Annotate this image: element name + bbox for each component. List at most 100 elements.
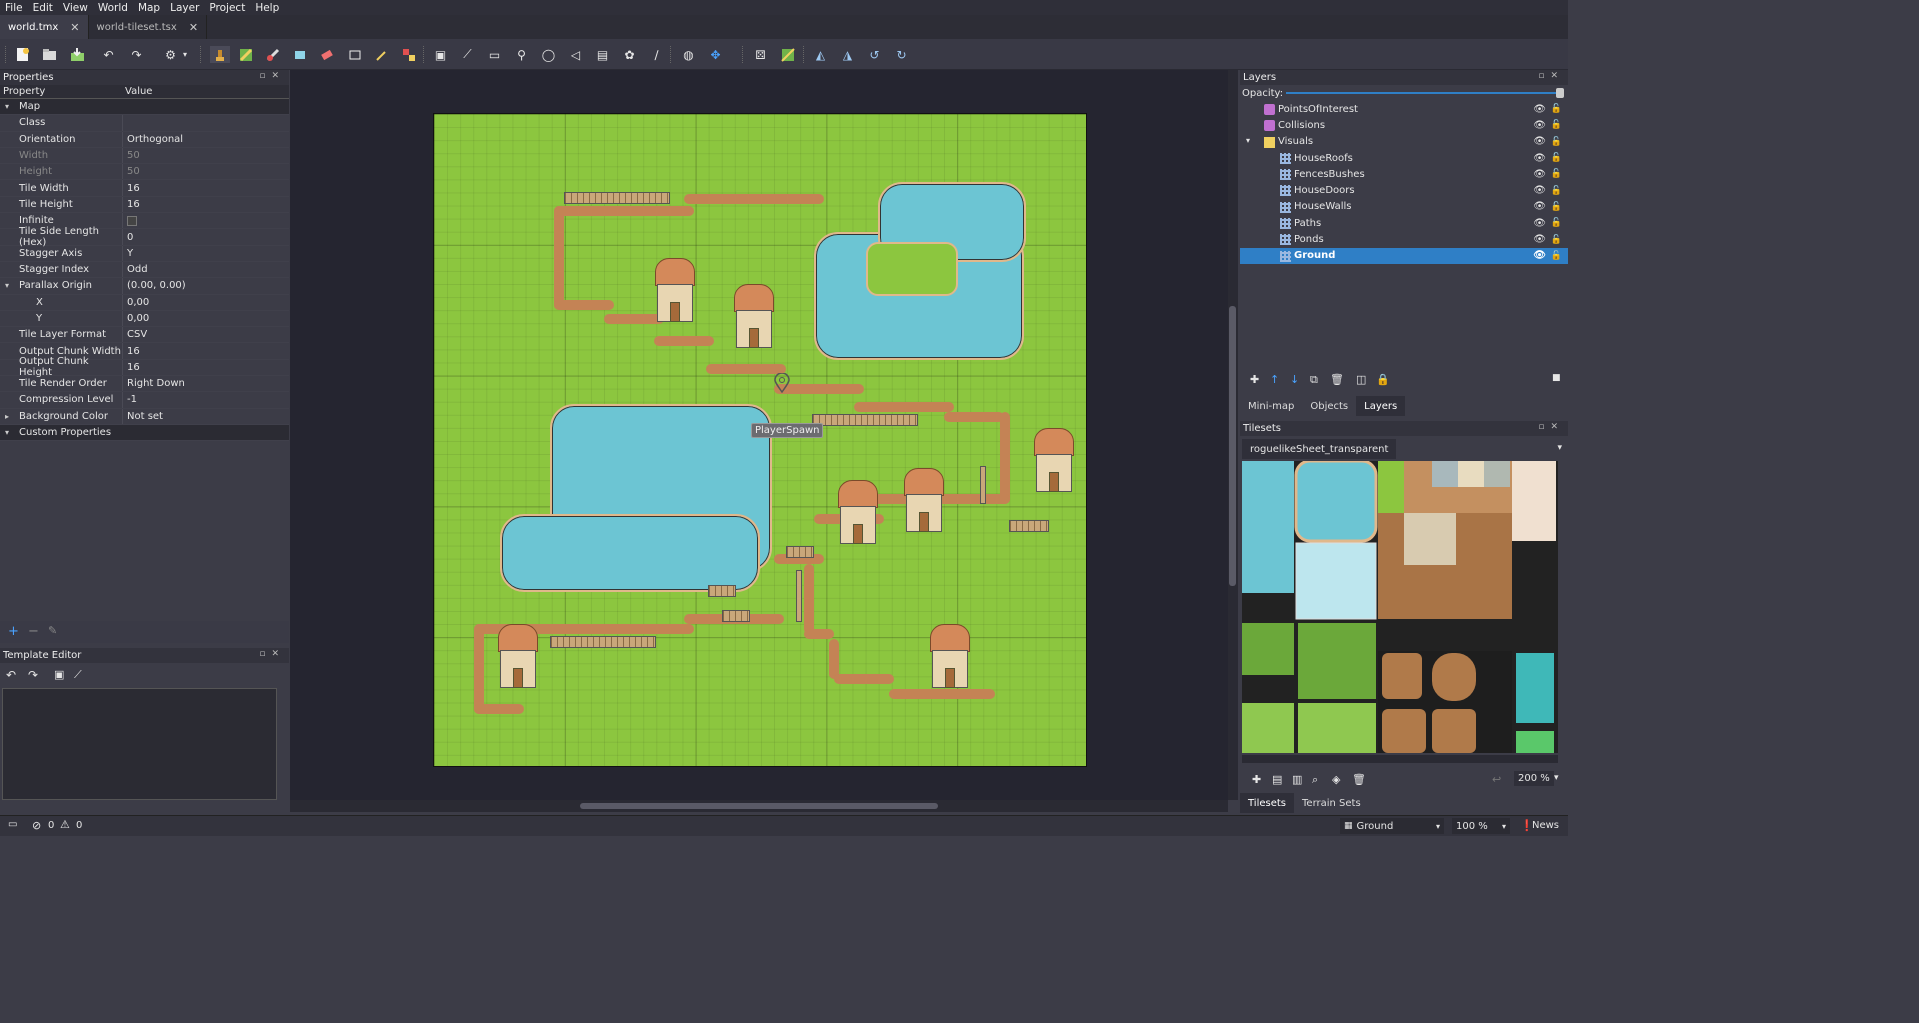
edit-polygons-icon[interactable]: ⟋ — [459, 46, 476, 63]
tileset-zoom[interactable]: 200 % — [1514, 771, 1554, 786]
bucket-fill-icon[interactable] — [291, 46, 308, 63]
export-tileset-icon[interactable]: ▥ — [1292, 773, 1302, 786]
property-row[interactable]: Tile Side Length (Hex) 0 — [0, 226, 289, 248]
property-row[interactable]: Compression Level -1 — [0, 392, 289, 409]
insert-ellipse-icon[interactable]: ◯ — [540, 46, 557, 63]
property-value[interactable]: 0 — [122, 229, 289, 245]
menu-map[interactable]: Map — [133, 2, 165, 14]
chevron-down-icon[interactable]: ▾ — [5, 281, 9, 290]
tab-roguelike-sheet[interactable]: roguelikeSheet_transparent — [1242, 439, 1397, 459]
visibility-eye-icon[interactable]: 👁 — [1533, 185, 1546, 196]
edit-polygon-icon[interactable]: ⟋ — [74, 668, 82, 682]
stamp-brush-icon[interactable] — [210, 46, 230, 63]
lock-icon[interactable]: 🔓 — [1551, 104, 1562, 114]
layer-row-collisions[interactable]: Collisions 👁 🔓 — [1240, 117, 1568, 133]
player-spawn-marker-icon[interactable] — [774, 372, 790, 394]
property-row[interactable]: Height 50 — [0, 164, 289, 181]
property-row[interactable]: Stagger Index Odd — [0, 261, 289, 279]
visibility-eye-icon[interactable]: 👁 — [1533, 153, 1546, 164]
command-icon[interactable]: ⚙ — [162, 46, 179, 63]
menu-world[interactable]: World — [93, 2, 133, 14]
map-canvas[interactable]: PlayerSpawn — [290, 70, 1228, 800]
insert-template-icon[interactable]: ✿ — [621, 46, 638, 63]
save-icon[interactable] — [69, 46, 86, 63]
move-icon[interactable]: ✥ — [707, 46, 724, 63]
wang-brush-icon[interactable] — [264, 46, 281, 63]
layer-row-housedoors[interactable]: HouseDoors 👁 🔓 — [1240, 182, 1568, 198]
terrain-brush-icon[interactable] — [237, 46, 254, 63]
property-row[interactable]: ▾ Custom Properties — [0, 424, 289, 442]
add-property-icon[interactable]: + — [8, 624, 19, 639]
property-value[interactable]: 16 — [122, 180, 289, 196]
property-row[interactable]: ▾ Parallax Origin (0.00, 0.00) — [0, 278, 289, 295]
map-vertical-scrollbar[interactable] — [1228, 70, 1238, 800]
rotate-left-icon[interactable]: ↺ — [866, 46, 883, 63]
random-mode-icon[interactable]: ⚄ — [752, 46, 769, 63]
layer-row-ground[interactable]: Ground 👁 🔓 — [1240, 247, 1568, 264]
tab-objects[interactable]: Objects — [1302, 396, 1356, 416]
magic-wand-icon[interactable] — [373, 46, 390, 63]
lock-icon[interactable]: 🔓 — [1551, 235, 1562, 245]
select-same-tile-icon[interactable] — [400, 46, 417, 63]
property-value[interactable]: 0,00 — [122, 294, 289, 310]
lock-icon[interactable]: 🔓 — [1551, 202, 1562, 212]
delete-layer-icon[interactable]: 🗑 — [1330, 373, 1344, 386]
panel-buttons[interactable]: ▫✕ — [1538, 422, 1564, 432]
world-tool-icon[interactable]: ◍ — [680, 46, 697, 63]
property-row[interactable]: Orientation Orthogonal — [0, 131, 289, 148]
panel-buttons[interactable]: ▫✕ — [1538, 71, 1564, 81]
lower-layer-icon[interactable]: ↓ — [1290, 373, 1299, 386]
tab-terrain-sets[interactable]: Terrain Sets — [1294, 793, 1369, 813]
chevron-down-icon[interactable]: ▾ — [1554, 773, 1559, 783]
menu-edit[interactable]: Edit — [28, 2, 58, 14]
error-icon[interactable]: ⊘ — [32, 819, 41, 832]
column-header-value[interactable]: Value — [122, 85, 152, 98]
visibility-eye-icon[interactable]: 👁 — [1533, 234, 1546, 245]
edit-tileset-icon[interactable]: ⌕ — [1312, 773, 1318, 787]
tab-layers[interactable]: Layers — [1356, 396, 1406, 416]
tileset-horizontal-scrollbar[interactable] — [1242, 755, 1558, 763]
redo-icon[interactable]: ↷ — [28, 668, 38, 682]
property-row[interactable]: ▸ Background Color Not set — [0, 408, 289, 425]
visibility-eye-icon[interactable]: 👁 — [1533, 120, 1546, 131]
tab-world-tmx[interactable]: world.tmx ✕ — [0, 15, 89, 39]
chevron-down-icon[interactable]: ▾ — [1246, 136, 1257, 147]
embed-tileset-icon[interactable]: ▤ — [1272, 773, 1282, 786]
layer-row-paths[interactable]: Paths 👁 🔓 — [1240, 215, 1568, 231]
property-value[interactable]: Orthogonal — [122, 131, 289, 147]
property-value[interactable]: 16 — [122, 196, 289, 213]
lock-icon[interactable]: 🔓 — [1551, 137, 1562, 147]
menu-square-icon[interactable]: ■ — [1552, 373, 1561, 383]
raise-layer-icon[interactable]: ↑ — [1270, 373, 1279, 386]
visibility-eye-icon[interactable]: 👁 — [1533, 104, 1546, 115]
redo-icon[interactable]: ↷ — [128, 46, 145, 63]
show-hide-others-icon[interactable]: ◫ — [1356, 373, 1366, 386]
menu-help[interactable]: Help — [250, 2, 284, 14]
lock-layer-icon[interactable]: 🔒 — [1376, 373, 1390, 386]
chevron-right-icon[interactable]: ▸ — [5, 412, 9, 421]
news-button[interactable]: News — [1532, 820, 1559, 831]
select-objects-icon[interactable]: ▭ — [486, 46, 503, 63]
tileset-view[interactable] — [1242, 461, 1558, 753]
tab-tilesets[interactable]: Tilesets — [1240, 793, 1295, 813]
layer-row-housewalls[interactable]: HouseWalls 👁 🔓 — [1240, 199, 1568, 215]
dynamic-wrapping-icon[interactable]: ◈ — [1332, 773, 1340, 786]
panel-buttons[interactable]: ▫✕ — [259, 71, 285, 81]
layer-row-ponds[interactable]: Ponds 👁 🔓 — [1240, 231, 1568, 247]
flip-horizontal-icon[interactable]: ◭ — [812, 46, 829, 63]
property-value[interactable]: Not set — [122, 408, 289, 424]
insert-pin-icon[interactable]: ∕ — [648, 46, 665, 63]
chevron-down-icon[interactable]: ▾ — [1557, 443, 1562, 453]
tab-world-tileset-tsx[interactable]: world-tileset.tsx ✕ — [89, 15, 208, 39]
property-row[interactable]: ▾ Map — [0, 99, 289, 116]
tile-map[interactable] — [433, 113, 1087, 767]
property-row[interactable]: Y 0,00 — [0, 310, 289, 328]
lock-icon[interactable]: 🔓 — [1551, 120, 1562, 130]
chevron-down-icon[interactable]: ▾ — [5, 102, 9, 111]
property-row[interactable]: X 0,00 — [0, 294, 289, 311]
menu-file[interactable]: File — [0, 2, 28, 14]
new-tileset-icon[interactable]: ✚ — [1252, 773, 1261, 786]
property-value[interactable] — [122, 115, 289, 131]
property-row[interactable]: Tile Width 16 — [0, 180, 289, 197]
flip-vertical-icon[interactable]: ◮ — [839, 46, 856, 63]
